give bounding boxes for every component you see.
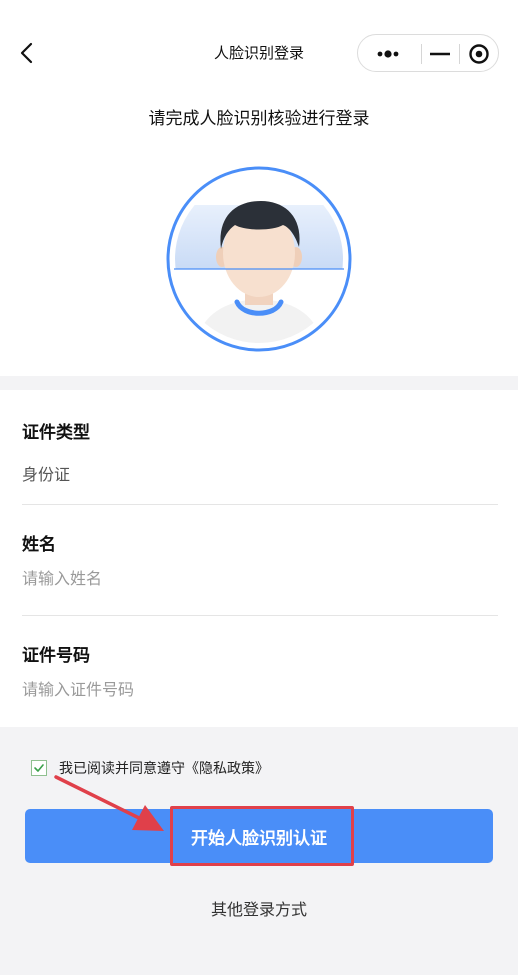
more-button[interactable] [372, 42, 404, 66]
agreement-text[interactable]: 我已阅读并同意遵守《隐私政策》 [59, 758, 269, 778]
section-divider [0, 376, 518, 390]
page-subtitle: 请完成人脸识别核验进行登录 [148, 109, 370, 129]
other-login-link[interactable]: 其他登录方式 [0, 896, 518, 920]
id-number-field: 证件号码 [22, 641, 498, 699]
agree-checkbox[interactable] [31, 760, 47, 776]
more-dots-icon [377, 50, 399, 58]
id-type-field[interactable]: 证件类型 身份证 [22, 418, 498, 485]
nav-bar: 人脸识别登录 [0, 0, 518, 100]
field-divider [22, 615, 498, 616]
capsule-divider [459, 44, 460, 64]
id-number-input[interactable] [22, 680, 422, 699]
minimize-icon [430, 52, 450, 56]
id-number-label: 证件号码 [22, 646, 90, 666]
capsule-divider [421, 44, 422, 64]
minimize-button[interactable] [426, 42, 454, 66]
name-input[interactable] [22, 569, 422, 588]
face-avatar-icon [166, 166, 352, 352]
field-divider [22, 504, 498, 505]
privacy-agreement: 我已阅读并同意遵守《隐私政策》 [31, 757, 269, 779]
close-button[interactable] [466, 42, 492, 66]
name-field: 姓名 [22, 530, 498, 588]
target-icon [469, 44, 489, 64]
id-form: 证件类型 身份证 姓名 证件号码 [0, 390, 518, 727]
checkmark-icon [34, 764, 44, 772]
id-type-label: 证件类型 [22, 423, 90, 443]
face-avatar [165, 165, 353, 353]
highlight-box [170, 806, 354, 866]
name-label: 姓名 [22, 535, 56, 555]
miniprogram-capsule [357, 34, 499, 72]
id-type-value: 身份证 [22, 465, 71, 484]
